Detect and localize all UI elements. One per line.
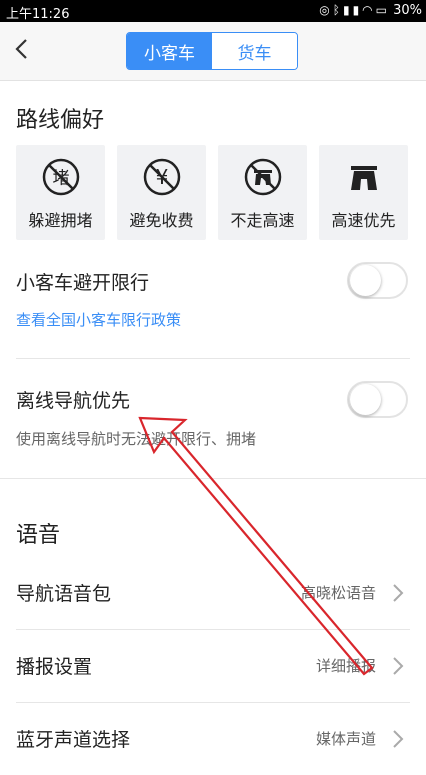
row-label: 导航语音包	[16, 583, 112, 605]
list-row-voice-pack[interactable]: 导航语音包 高晓松语音	[0, 557, 426, 629]
highway-first-icon	[350, 166, 377, 190]
option-avoid-toll[interactable]: ¥ 避免收费	[117, 145, 206, 240]
battery-charging-icon: ▭	[375, 3, 390, 17]
toggle-knob	[350, 265, 381, 296]
row-label: 蓝牙声道选择	[16, 729, 131, 751]
toggle-knob	[350, 384, 381, 415]
chevron-right-icon	[393, 584, 404, 602]
signal-icon: ▮	[352, 3, 363, 17]
signal-icon: ▮	[342, 3, 353, 17]
back-arrow-icon[interactable]	[8, 34, 38, 64]
option-avoid-congestion[interactable]: 堵 躲避拥堵	[16, 145, 105, 240]
option-label: 高速优先	[331, 211, 396, 230]
no-highway-icon	[244, 158, 281, 196]
list-row-bluetooth-channel[interactable]: 蓝牙声道选择 媒体声道	[0, 703, 426, 775]
option-label: 避免收费	[129, 211, 194, 230]
route-pref-options: 堵 躲避拥堵 ¥ 避免收费 不走高速 高速优先	[16, 145, 408, 240]
row-label: 播报设置	[16, 656, 93, 678]
chevron-right-icon	[393, 730, 404, 748]
voice-title: 语音	[16, 523, 61, 548]
battery-percent: 30%	[393, 3, 422, 18]
offline-nav-toggle[interactable]	[347, 381, 408, 418]
list-row-broadcast-settings[interactable]: 播报设置 详细播报	[0, 630, 426, 702]
option-highway-first[interactable]: 高速优先	[319, 145, 408, 240]
restriction-policy-link[interactable]: 查看全国小客车限行政策	[16, 309, 181, 330]
avoid-toll-icon: ¥	[143, 158, 180, 196]
alarm-icon: ◎	[319, 3, 333, 17]
status-icons: ◎ᛒ▮▮◠▭	[319, 3, 390, 17]
option-label: 躲避拥堵	[28, 211, 93, 230]
row-value: 媒体声道	[315, 730, 376, 748]
nav-bar: 小客车 货车	[0, 22, 426, 81]
restriction-toggle[interactable]	[347, 262, 408, 299]
restriction-label: 小客车避开限行	[16, 272, 150, 294]
bluetooth-icon: ᛒ	[332, 3, 343, 17]
status-bar: 上午11:26 ◎ᛒ▮▮◠▭ 30%	[0, 0, 426, 22]
option-no-highway[interactable]: 不走高速	[218, 145, 307, 240]
status-time: 上午11:26	[6, 7, 70, 22]
route-pref-title: 路线偏好	[16, 108, 105, 133]
offline-nav-desc: 使用离线导航时无法避开限行、拥堵	[16, 430, 257, 448]
section-divider	[0, 478, 426, 479]
chevron-right-icon	[393, 657, 404, 675]
option-label: 不走高速	[230, 211, 295, 230]
vehicle-type-switch: 小客车 货车	[126, 32, 298, 70]
tab-truck[interactable]: 货车	[212, 33, 297, 69]
row-value: 详细播报	[315, 657, 376, 675]
avoid-congestion-icon: 堵	[42, 158, 79, 196]
divider	[16, 358, 410, 359]
offline-nav-label: 离线导航优先	[16, 390, 131, 412]
tab-car[interactable]: 小客车	[127, 33, 212, 69]
row-value: 高晓松语音	[300, 584, 376, 602]
wifi-icon: ◠	[362, 3, 376, 17]
